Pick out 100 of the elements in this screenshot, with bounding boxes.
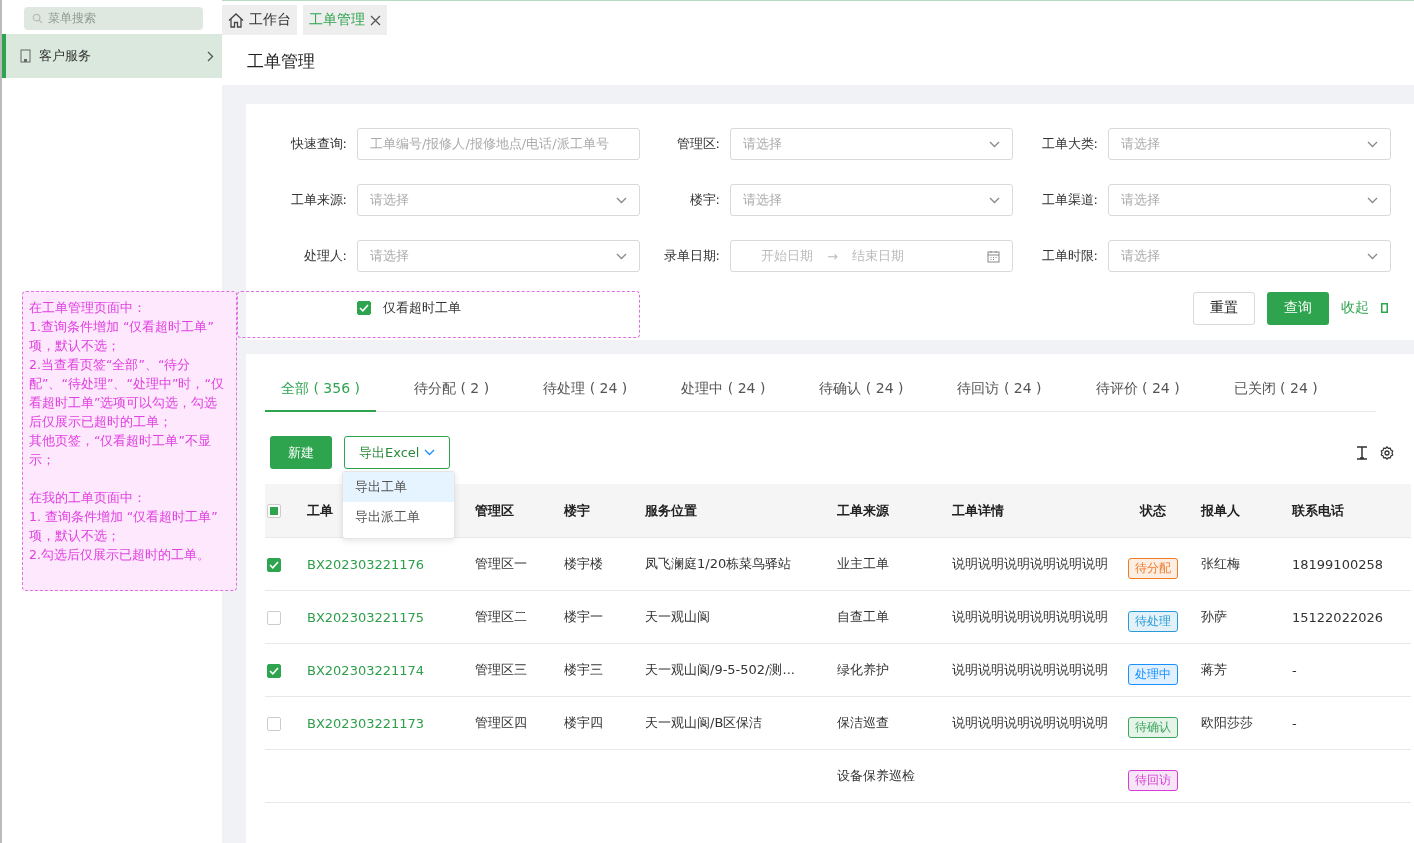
annotation-text: 在工单管理页面中： 1.查询条件增加 “仅看超时工单” 项，默认不选； 2.当查看页签“全部”、“待分配”、“待处理”、“处理中”时，“仅看超时工单”选项可以勾选，勾选后仅展示已超时的工单； 其他页签，“仅看超时工单”不显示； <box>29 299 225 469</box>
date-range-field[interactable]: 开始日期 → 结束日期 <box>730 240 1013 272</box>
menu-item[interactable]: 客户服务 <box>2 34 222 78</box>
table-cell: 楼宇一 <box>564 609 603 624</box>
field-label: 快速查询: <box>289 135 348 153</box>
chevron-down-icon <box>1367 140 1378 148</box>
new-button[interactable]: 新建 <box>270 436 332 469</box>
column-header: 报单人 <box>1201 502 1240 518</box>
row-checkbox[interactable] <box>267 716 281 731</box>
field-label: 工单来源: <box>289 191 348 209</box>
status-tab[interactable]: 待分配 ( 2 ) <box>398 370 506 412</box>
status-tab[interactable]: 全部 ( 356 ) <box>265 370 376 412</box>
column-header: 楼宇 <box>564 502 590 518</box>
check-icon <box>359 304 369 312</box>
table-cell: 保洁巡查 <box>837 715 889 730</box>
table-cell: 楼宇三 <box>564 662 603 677</box>
column-header: 联系电话 <box>1292 502 1344 518</box>
table-cell: 说明说明说明说明说明说明 <box>952 556 1108 571</box>
status-tab[interactable]: 待确认 ( 24 ) <box>803 370 920 412</box>
chevron-down-icon <box>616 252 627 260</box>
table-cell: - <box>1292 662 1297 678</box>
table-cell: 天一观山阆/9-5-502/测... <box>645 662 795 677</box>
timeout-checkbox[interactable]: 仅看超时工单 <box>357 299 461 317</box>
menu-item[interactable]: 导出派工单 <box>343 502 454 532</box>
field-label: 录单日期: <box>662 247 721 265</box>
column-header: 工单 <box>307 502 333 518</box>
order-id-link[interactable]: BX202303221174 <box>307 662 425 678</box>
row-checkbox[interactable] <box>267 663 281 678</box>
status-tab[interactable]: 待评价 ( 24 ) <box>1079 370 1196 412</box>
status-tab[interactable]: 待处理 ( 24 ) <box>527 370 644 412</box>
table-cell: 欧阳莎莎 <box>1201 715 1253 730</box>
check-icon <box>269 666 279 675</box>
row-height-icon[interactable] <box>1356 445 1368 460</box>
table-cell: 绿化养护 <box>837 662 889 677</box>
page-title: 工单管理 <box>247 49 315 73</box>
page-tab[interactable]: 工作台 <box>222 5 297 35</box>
table-cell: 天一观山阆 <box>645 609 710 624</box>
table-cell: 说明说明说明说明说明说明 <box>952 609 1108 624</box>
chevron-down-icon <box>616 196 627 204</box>
select-field[interactable]: 请选择 <box>1108 184 1391 216</box>
field-label: 工单大类: <box>1040 135 1099 153</box>
menu-item[interactable]: 导出工单 <box>343 472 454 502</box>
status-tab[interactable]: 处理中 ( 24 ) <box>665 370 782 412</box>
table-cell: 18199100258 <box>1292 556 1383 572</box>
column-header: 工单来源 <box>837 502 889 518</box>
chevron-down-icon <box>1367 252 1378 260</box>
field-label: 管理区: <box>675 135 721 153</box>
field-label: 处理人: <box>302 247 348 265</box>
search-icon <box>32 13 43 24</box>
table-cell: 张红梅 <box>1201 556 1240 571</box>
column-header: 管理区 <box>475 502 514 518</box>
status-tab[interactable]: 已关闭 ( 24 ) <box>1217 370 1334 412</box>
annotation-text: 在我的工单页面中： 1. 查询条件增加 “仅看超时工单” 项，默认不选； 2.勾选后仅展示已超时的工单。 <box>29 489 219 564</box>
chevron-down-icon <box>1367 196 1378 204</box>
status-tag: 待确认 <box>1127 716 1178 738</box>
select-all-checkbox[interactable] <box>267 504 281 519</box>
caret-icon <box>424 449 436 456</box>
order-id-link[interactable]: BX202303221175 <box>307 609 425 625</box>
table-cell: 管理区四 <box>475 715 527 730</box>
select-field[interactable]: 请选择 <box>730 128 1013 160</box>
table-cell: 业主工单 <box>837 556 889 571</box>
status-tab[interactable]: 待回访 ( 24 ) <box>941 370 1058 412</box>
select-field[interactable]: 请选择 <box>1108 128 1391 160</box>
table-cell: 天一观山阆/B区保洁 <box>645 715 763 730</box>
input-field[interactable]: 工单编号/报修人/报修地点/电话/派工单号 <box>357 128 640 160</box>
row-checkbox[interactable] <box>267 557 281 572</box>
status-tag: 待回访 <box>1127 769 1178 791</box>
field-label: 工单时限: <box>1040 247 1099 265</box>
chevron-right-icon <box>207 50 214 62</box>
table-cell: 管理区一 <box>475 556 527 571</box>
reset-button[interactable]: 重置 <box>1193 291 1255 325</box>
select-field[interactable]: 请选择 <box>357 240 640 272</box>
check-icon <box>269 560 279 569</box>
home-icon <box>228 12 244 28</box>
order-id-link[interactable]: BX202303221176 <box>307 556 425 572</box>
settings-icon[interactable] <box>1380 445 1394 460</box>
page-tab[interactable]: 工单管理 <box>303 5 387 35</box>
menu-search-field[interactable]: 菜单搜索 <box>24 7 203 30</box>
table-cell: 说明说明说明说明说明说明 <box>952 662 1108 677</box>
collapse-link[interactable]: 收起 <box>1341 299 1369 317</box>
table-cell: 管理区三 <box>475 662 527 677</box>
select-field[interactable]: 请选择 <box>1108 240 1391 272</box>
select-field[interactable]: 请选择 <box>730 184 1013 216</box>
square-icon <box>1381 303 1388 313</box>
chevron-down-icon <box>989 140 1000 148</box>
order-id-link[interactable]: BX202303221173 <box>307 715 425 731</box>
calendar-icon <box>987 249 1000 263</box>
row-checkbox[interactable] <box>267 610 281 625</box>
close-icon[interactable] <box>370 14 381 26</box>
table-cell: 自查工单 <box>837 609 889 624</box>
table-cell: 管理区二 <box>475 609 527 624</box>
export-button[interactable]: 导出Excel <box>344 436 451 469</box>
status-tag: 待处理 <box>1127 610 1178 632</box>
table-cell: 说明说明说明说明说明说明 <box>952 715 1108 730</box>
table-cell: 蒋芳 <box>1201 662 1227 677</box>
field-label: 工单渠道: <box>1040 191 1099 209</box>
select-field[interactable]: 请选择 <box>357 184 640 216</box>
column-header: 状态 <box>1139 502 1166 518</box>
table-cell: - <box>1292 715 1297 731</box>
search-button[interactable]: 查询 <box>1267 291 1329 325</box>
